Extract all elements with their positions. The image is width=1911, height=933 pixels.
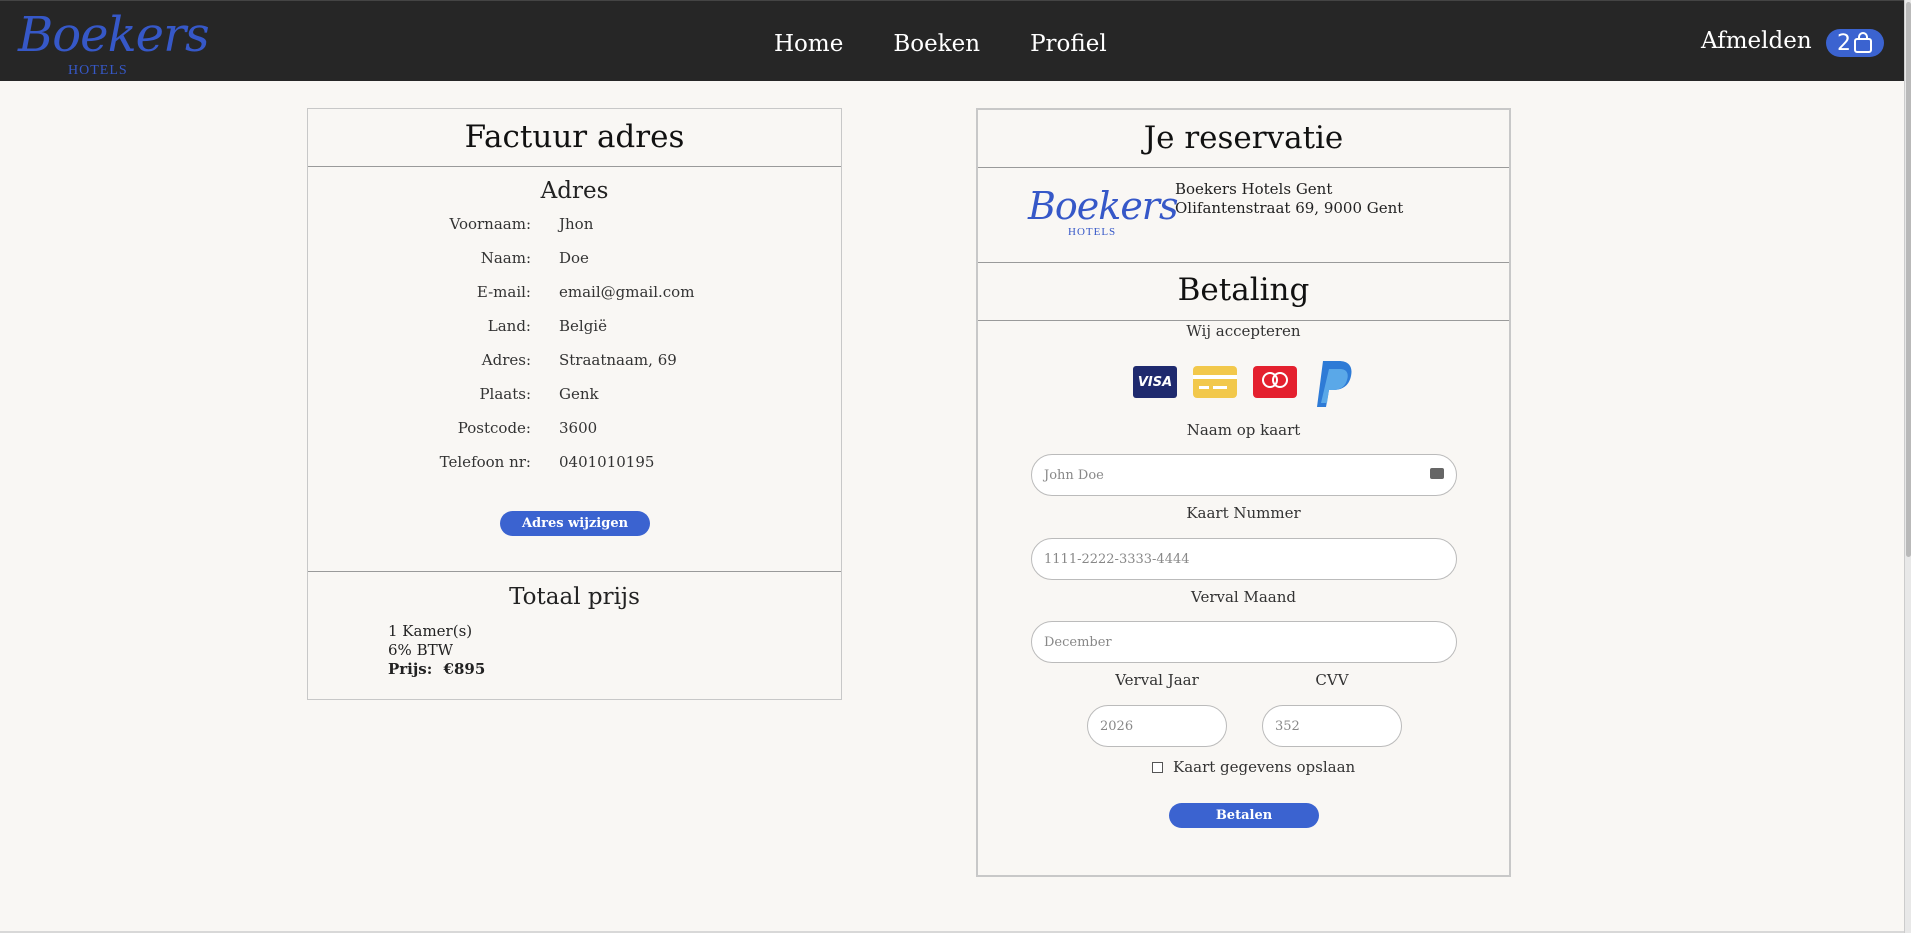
credit-card-icon	[1193, 366, 1237, 398]
hotel-address: Olifantenstraat 69, 9000 Gent	[1175, 199, 1404, 217]
row-label: Adres:	[481, 351, 531, 369]
row-label: Postcode:	[457, 419, 531, 437]
reservation-title: Je reservatie	[1143, 120, 1344, 156]
exp-month-input[interactable]: December	[1031, 621, 1457, 663]
cvv-input[interactable]: 352	[1262, 705, 1402, 747]
billing-panel: Factuur adres Adres Voornaam: Jhon Naam:…	[307, 108, 842, 700]
row-label: Naam:	[480, 249, 531, 267]
divider	[978, 262, 1509, 263]
paypal-icon	[1317, 361, 1352, 407]
row-value: België	[559, 317, 607, 335]
boekers-logo[interactable]: Boekers HOTELS	[18, 7, 210, 79]
address-row-email: E-mail: email@gmail.com	[308, 283, 841, 303]
row-label: E-mail:	[476, 283, 531, 301]
save-card-label: Kaart gegevens opslaan	[1173, 758, 1356, 776]
save-card-row: Kaart gegevens opslaan	[1152, 758, 1355, 776]
hotel-info: Boekers Hotels Gent Olifantenstraat 69, …	[1175, 180, 1403, 218]
address-row-postcode: Postcode: 3600	[308, 419, 841, 439]
address-row-lastname: Naam: Doe	[308, 249, 841, 269]
row-label: Plaats:	[479, 385, 531, 403]
logo-subtitle: HOTELS	[68, 63, 128, 78]
row-value: 3600	[559, 419, 598, 437]
change-address-button[interactable]: Adres wijzigen	[500, 511, 650, 536]
nav-link-profiel[interactable]: Profiel	[1030, 31, 1107, 57]
cart-button[interactable]: 2	[1826, 29, 1884, 57]
exp-year-placeholder: 2026	[1100, 718, 1134, 734]
hotel-logo-subtitle: HOTELS	[1068, 226, 1117, 238]
page-scrollbar[interactable]	[1904, 0, 1911, 933]
exp-month-label: Verval Maand	[1191, 588, 1296, 606]
billing-title: Factuur adres	[464, 119, 685, 155]
hotel-logo: Boekers HOTELS	[1028, 184, 1178, 244]
row-value: 0401010195	[559, 453, 655, 471]
total-price-title: Totaal prijs	[509, 584, 640, 610]
top-navbar: Boekers HOTELS Home Boeken Profiel Afmel…	[0, 0, 1904, 81]
autofill-icon[interactable]	[1430, 468, 1444, 479]
main-nav: Home Boeken Profiel	[774, 31, 1107, 57]
cart-count: 2	[1837, 30, 1851, 56]
divider	[978, 320, 1509, 321]
address-row-firstname: Voornaam: Jhon	[308, 215, 841, 235]
exp-year-label: Verval Jaar	[1115, 671, 1199, 689]
scrollbar-thumb[interactable]	[1906, 2, 1911, 557]
row-value: Straatnaam, 69	[559, 351, 677, 369]
address-row-street: Adres: Straatnaam, 69	[308, 351, 841, 371]
card-number-input[interactable]: 1111-2222-3333-4444	[1031, 538, 1457, 580]
mastercard-icon	[1253, 366, 1297, 398]
exp-year-input[interactable]: 2026	[1087, 705, 1227, 747]
reservation-panel: Je reservatie Boekers HOTELS Boekers Hot…	[976, 108, 1511, 877]
card-name-placeholder: John Doe	[1044, 467, 1104, 483]
price-line: Prijs: €895	[388, 660, 485, 679]
hotel-name: Boekers Hotels Gent	[1175, 180, 1333, 198]
payment-title: Betaling	[1177, 272, 1310, 308]
row-value: Jhon	[559, 215, 594, 233]
divider	[308, 166, 841, 167]
exp-month-placeholder: December	[1044, 634, 1112, 650]
card-number-label: Kaart Nummer	[1186, 504, 1301, 522]
nav-link-boeken[interactable]: Boeken	[893, 31, 980, 57]
visa-icon: VISA	[1133, 366, 1177, 398]
vat-text: 6% BTW	[388, 641, 454, 659]
divider	[308, 571, 841, 572]
pay-button[interactable]: Betalen	[1169, 803, 1319, 828]
shopping-bag-icon	[1854, 32, 1872, 53]
address-row-city: Plaats: Genk	[308, 385, 841, 405]
card-name-label: Naam op kaart	[1186, 421, 1301, 439]
price-value: €895	[443, 660, 486, 678]
logout-link[interactable]: Afmelden	[1701, 28, 1812, 54]
cvv-label: CVV	[1315, 671, 1349, 689]
hotel-logo-script: Boekers	[1028, 184, 1178, 228]
cvv-placeholder: 352	[1275, 718, 1300, 734]
address-subtitle: Adres	[540, 178, 609, 204]
row-value: Doe	[559, 249, 589, 267]
row-label: Land:	[487, 317, 531, 335]
address-row-country: Land: België	[308, 317, 841, 337]
room-count: 1 Kamer(s)	[388, 622, 473, 640]
row-label: Voornaam:	[449, 215, 531, 233]
save-card-checkbox[interactable]	[1152, 761, 1163, 773]
price-summary: 1 Kamer(s) 6% BTW Prijs: €895	[388, 622, 485, 679]
divider	[978, 167, 1509, 168]
logo-script: Boekers	[18, 7, 210, 63]
accept-text: Wij accepteren	[1186, 322, 1301, 340]
address-row-phone: Telefoon nr: 0401010195	[308, 453, 841, 473]
row-label: Telefoon nr:	[439, 453, 531, 471]
card-number-placeholder: 1111-2222-3333-4444	[1044, 551, 1190, 567]
row-value: email@gmail.com	[559, 283, 695, 301]
row-value: Genk	[559, 385, 599, 403]
card-name-input[interactable]: John Doe	[1031, 454, 1457, 496]
nav-link-home[interactable]: Home	[774, 31, 843, 57]
price-label: Prijs:	[388, 660, 433, 678]
